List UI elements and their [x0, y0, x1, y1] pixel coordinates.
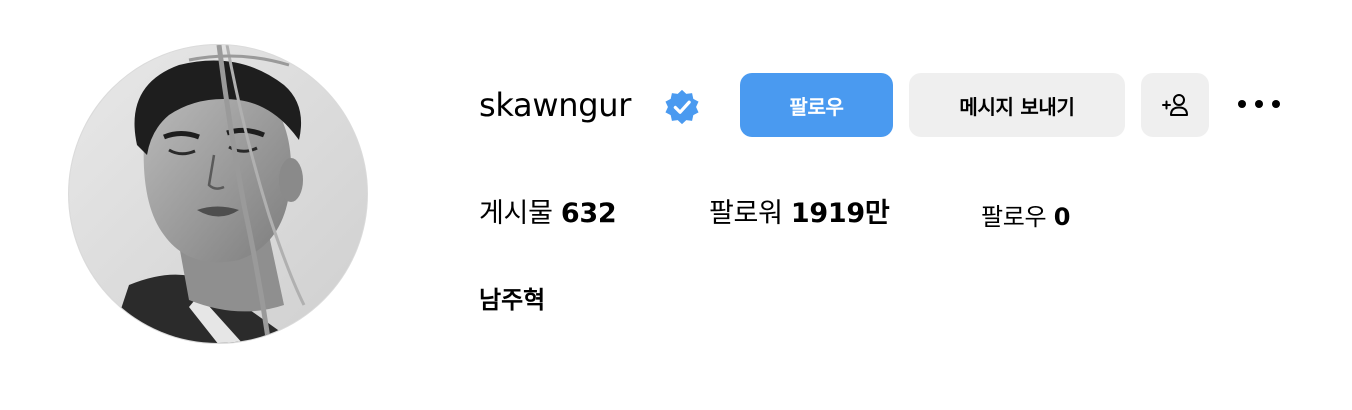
following-count: 0 — [1053, 203, 1071, 231]
posts-count: 632 — [560, 198, 617, 229]
avatar-image — [69, 45, 367, 343]
profile-header: skawngur 팔로우 메시지 보내기 게시물 632 팔로워 1919만 팔… — [0, 0, 1352, 410]
stat-following[interactable]: 팔로우 0 — [981, 199, 1070, 235]
following-label: 팔로우 — [981, 203, 1047, 231]
stat-followers[interactable]: 팔로워 1919만 — [709, 196, 890, 232]
stat-posts: 게시물 632 — [479, 196, 617, 232]
person-add-icon — [1162, 94, 1188, 116]
suggest-user-button[interactable] — [1141, 73, 1209, 137]
more-horizontal-icon — [1238, 100, 1280, 108]
followers-count: 1919만 — [790, 198, 890, 229]
avatar[interactable] — [68, 44, 368, 344]
verified-badge-icon — [663, 88, 701, 126]
posts-label: 게시물 — [479, 198, 553, 229]
username: skawngur — [479, 86, 632, 124]
more-options-button[interactable] — [1232, 86, 1286, 122]
follow-button[interactable]: 팔로우 — [740, 73, 893, 137]
full-name: 남주혁 — [479, 286, 546, 314]
followers-label: 팔로워 — [709, 198, 783, 229]
message-button[interactable]: 메시지 보내기 — [909, 73, 1125, 137]
